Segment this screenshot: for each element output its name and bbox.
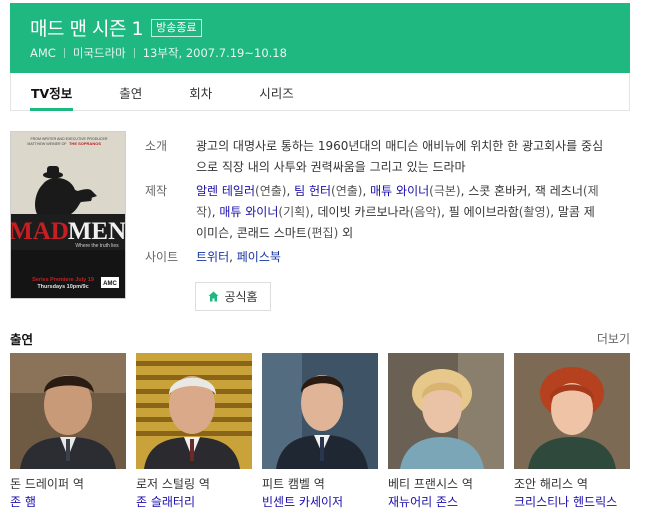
cast-photo-pete-campbell[interactable] xyxy=(262,353,378,469)
cast-item[interactable]: 조안 해리스 역 크리스티나 헨드릭스 xyxy=(514,353,630,511)
production-separator: , xyxy=(550,205,558,219)
synopsis-text: 광고의 대명사로 통하는 1960년대의 매디슨 애비뉴에 위치한 한 광고회사… xyxy=(196,139,604,174)
home-icon xyxy=(208,291,219,302)
cast-role: 피트 캠벨 역 xyxy=(262,477,325,491)
tab-tv-info[interactable]: TV정보 xyxy=(29,73,74,111)
poster-premiere-1: Series Premiere July 19 xyxy=(32,277,94,283)
production-person: 잭 레츠너 xyxy=(534,184,583,198)
production-person-link[interactable]: 매튜 와이너 xyxy=(219,205,278,219)
production-person-link[interactable]: 매튜 와이너 xyxy=(370,184,429,198)
poster-premiere-2: Thursdays 10pm/9c xyxy=(37,284,88,290)
meta-episodes: 13부작, 2007.7.19~10.18 xyxy=(142,46,287,60)
cast-actor-link[interactable]: 존 슬래터리 xyxy=(136,493,252,511)
page-title[interactable]: 매드 맨 시즌 1 xyxy=(30,14,144,41)
cast-role: 로저 스털링 역 xyxy=(136,477,210,491)
production-person: 콘래드 스마트 xyxy=(236,226,307,240)
cast-actor-link[interactable]: 크리스티나 헨드릭스 xyxy=(514,493,630,511)
poster-credit-line-3: THE SOPRANOS xyxy=(69,141,101,146)
twitter-link[interactable]: 트위터 xyxy=(196,250,229,264)
meta-divider xyxy=(63,48,65,58)
site-links: 트위터, 페이스북 xyxy=(196,247,605,268)
cast-photo-betty-francis[interactable] xyxy=(388,353,504,469)
production-role: (극본) xyxy=(429,184,461,198)
production-person: 데이빗 카르보나라 xyxy=(317,205,410,219)
production-person: 필 에이브라함 xyxy=(448,205,519,219)
meta-network: AMC xyxy=(30,46,56,60)
info-table: 소개 광고의 대명사로 통하는 1960년대의 매디슨 애비뉴에 위치한 한 광… xyxy=(145,136,605,271)
status-badge: 방송종료 xyxy=(151,18,202,37)
production-separator: , xyxy=(527,184,535,198)
synopsis-label: 소개 xyxy=(145,139,168,153)
synopsis-row: 소개 광고의 대명사로 통하는 1960년대의 매디슨 애비뉴에 위치한 한 광… xyxy=(145,136,605,178)
title-header: 매드 맨 시즌 1 방송종료 AMC 미국드라마 13부작, 2007.7.19… xyxy=(10,3,630,73)
production-role: (연출) xyxy=(331,184,363,198)
production-role: (촬영) xyxy=(518,205,551,219)
tab-cast[interactable]: 출연 xyxy=(119,73,142,110)
site-row: 사이트 트위터, 페이스북 xyxy=(145,247,605,268)
production-person: 외 xyxy=(342,226,354,240)
production-credits: 알렌 테일러(연출), 팀 헌터(연출), 매튜 와이너(극본), 스콧 혼바커… xyxy=(196,181,605,244)
cast-actor-link[interactable]: 빈센트 카세이저 xyxy=(262,493,378,511)
poster-logo-mad: MAD xyxy=(11,218,69,245)
cast-role: 돈 드레이퍼 역 xyxy=(10,477,84,491)
production-label: 제작 xyxy=(145,184,168,198)
cast-photo-joan-harris[interactable] xyxy=(514,353,630,469)
poster-network-logo: AMC xyxy=(103,281,117,287)
cast-list: 돈 드레이퍼 역 존 햄 로저 스털링 역 존 슬래터리 피트 캠벨 역 빈센트… xyxy=(10,353,630,518)
tab-series[interactable]: 시리즈 xyxy=(259,73,294,110)
official-home-button[interactable]: 공식홈 xyxy=(195,282,271,311)
official-home-label: 공식홈 xyxy=(224,290,258,304)
facebook-link[interactable]: 페이스북 xyxy=(237,250,281,264)
poster-credit-line-2: MATTHEW WEINER OF xyxy=(27,142,67,146)
production-person-link[interactable]: 팀 헌터 xyxy=(294,184,331,198)
production-role: (편집) xyxy=(306,226,339,240)
cast-actor-link[interactable]: 존 햄 xyxy=(10,493,126,511)
production-separator: , xyxy=(229,226,237,240)
production-person: 스콧 혼바커 xyxy=(468,184,528,198)
cast-item[interactable]: 베티 프랜시스 역 재뉴어리 존스 xyxy=(388,353,504,511)
cast-item[interactable]: 피트 캠벨 역 빈센트 카세이저 xyxy=(262,353,378,511)
cast-section-title: 출연 xyxy=(10,332,34,347)
cast-role: 조안 해리스 역 xyxy=(514,477,588,491)
cast-actor-link[interactable]: 재뉴어리 존스 xyxy=(388,493,504,511)
poster-tagline: Where the truth lies xyxy=(75,243,119,249)
production-row: 제작 알렌 테일러(연출), 팀 헌터(연출), 매튜 와이너(극본), 스콧 … xyxy=(145,181,605,244)
production-role: (음악) xyxy=(409,205,442,219)
site-separator: , xyxy=(229,250,237,264)
production-role: (연출) xyxy=(255,184,287,198)
cast-item[interactable]: 로저 스털링 역 존 슬래터리 xyxy=(136,353,252,511)
poster-logo-men: MEN xyxy=(68,218,126,245)
production-separator: , xyxy=(441,205,449,219)
production-person-link[interactable]: 알렌 테일러 xyxy=(196,184,255,198)
site-label: 사이트 xyxy=(145,250,179,264)
tab-episodes[interactable]: 회차 xyxy=(189,73,212,110)
cast-photo-roger-sterling[interactable] xyxy=(136,353,252,469)
meta-divider xyxy=(133,48,135,58)
cast-more-link[interactable]: 더보기 xyxy=(597,330,630,347)
production-separator: , xyxy=(286,184,295,198)
cast-role: 베티 프랜시스 역 xyxy=(388,477,473,491)
production-separator: , xyxy=(362,184,371,198)
tab-bar: TV정보 출연 회차 시리즈 xyxy=(10,73,630,111)
cast-item[interactable]: 돈 드레이퍼 역 존 햄 xyxy=(10,353,126,511)
poster-artwork: FROM WRITER AND EXECUTIVE PRODUCER MATTH… xyxy=(11,132,126,298)
title-row: 매드 맨 시즌 1 방송종료 xyxy=(30,14,202,41)
meta-genre: 미국드라마 xyxy=(72,46,126,60)
meta-row: AMC 미국드라마 13부작, 2007.7.19~10.18 xyxy=(30,45,287,61)
production-role: (기획) xyxy=(278,205,310,219)
cast-photo-don-draper[interactable] xyxy=(10,353,126,469)
poster-image[interactable]: FROM WRITER AND EXECUTIVE PRODUCER MATTH… xyxy=(10,131,126,299)
